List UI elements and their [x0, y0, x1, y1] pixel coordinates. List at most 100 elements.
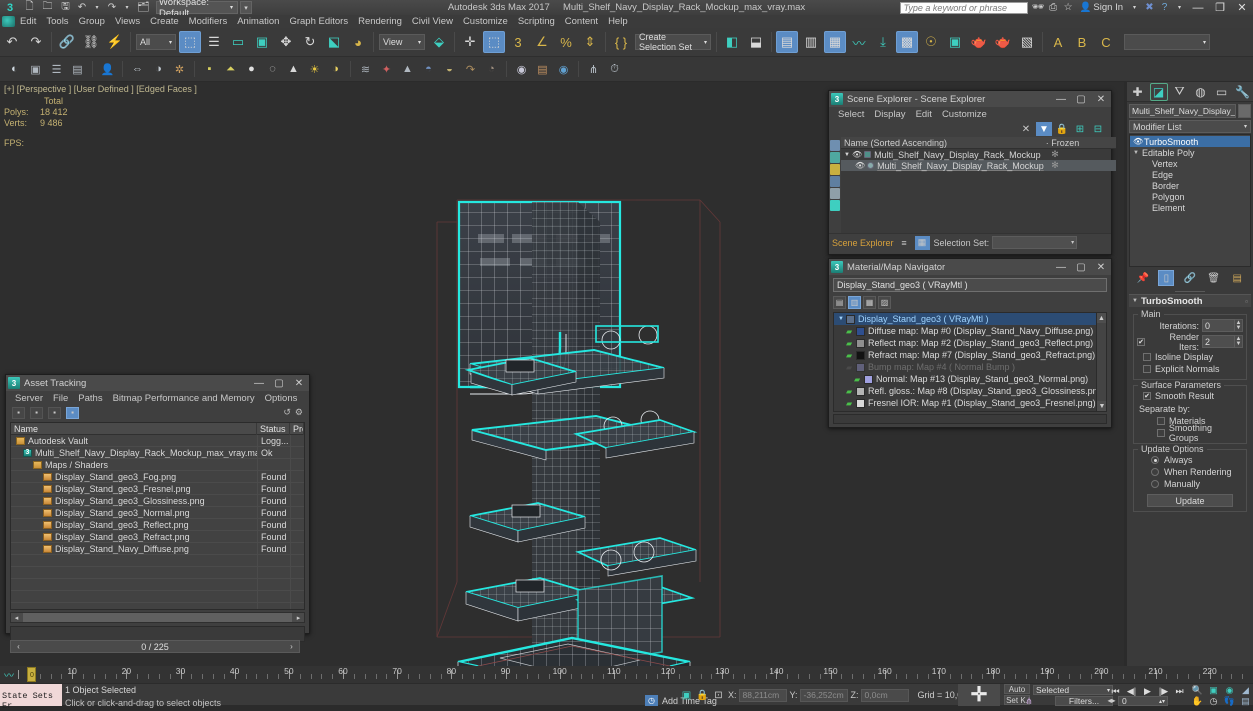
y-field[interactable]: -36,252cm: [799, 688, 848, 702]
dynamics-icon[interactable]: ◔: [482, 60, 501, 79]
select-and-manipulate-icon[interactable]: ✛: [459, 31, 481, 53]
filter-funnel-icon[interactable]: ▼: [1036, 122, 1052, 136]
asset-tracking-grid[interactable]: Name Status Prox Autodesk Vault Logg... …: [10, 422, 305, 610]
modifier-stack-row[interactable]: ▼ Editable Poly: [1130, 147, 1250, 158]
render-production-icon[interactable]: 🫖: [968, 31, 990, 53]
minimize-button[interactable]: —: [1187, 0, 1209, 15]
help-dropdown-icon[interactable]: ▾: [1172, 1, 1187, 15]
lock-selection-icon[interactable]: 🔒: [696, 689, 709, 702]
table-row[interactable]: Display_Stand_geo3_Fresnel.png Found: [11, 482, 304, 495]
go-to-end-icon[interactable]: ⏭: [1172, 685, 1187, 697]
matnav-current-material-field[interactable]: Display_Stand_geo3 ( VRayMtl ): [833, 278, 1107, 292]
menu-item-edit[interactable]: Edit: [15, 15, 41, 28]
systems-icon[interactable]: ⋔: [584, 60, 603, 79]
small-icons-view-icon[interactable]: ▦: [863, 296, 876, 309]
help-icon[interactable]: ?: [1157, 1, 1172, 15]
iterations-spinner-value[interactable]: 0: [1202, 319, 1235, 332]
list-view-icon[interactable]: ▤: [833, 296, 846, 309]
table-row[interactable]: Autodesk Vault Logg...: [11, 434, 304, 447]
matnav-scrollbar[interactable]: ▲ ▼: [1096, 313, 1106, 411]
minimize-icon[interactable]: —: [249, 375, 269, 391]
freeform-ribbon-icon[interactable]: ▣: [26, 60, 45, 79]
view-detail-icon[interactable]: ▪: [12, 406, 25, 419]
select-and-rotate-icon[interactable]: ↻: [299, 31, 321, 53]
curve-editor-icon[interactable]: ▦: [824, 31, 846, 53]
select-object-button[interactable]: ⬚: [179, 31, 201, 53]
rail-lights-icon[interactable]: [830, 164, 840, 175]
select-and-move-icon[interactable]: ✥: [275, 31, 297, 53]
modifier-stack-row[interactable]: 👁 TurboSmooth: [1130, 136, 1250, 147]
menu-item-rendering[interactable]: Rendering: [353, 15, 407, 28]
matnav-row[interactable]: ▰ Refract map: Map #7 (Display_Stand_geo…: [834, 349, 1106, 361]
expand-triangle-icon[interactable]: ▼: [844, 152, 850, 158]
zoom-icon[interactable]: 🔍: [1190, 685, 1205, 696]
project-folder-a-icon[interactable]: A: [1047, 31, 1069, 53]
scene-tree-row[interactable]: 👁 Multi_Shelf_Navy_Display_Rack_Mockup ✻: [841, 160, 1116, 171]
scroll-down-arrow-icon[interactable]: ▼: [1097, 401, 1106, 411]
explicit-normals-checkbox[interactable]: Explicit Normals: [1143, 363, 1243, 375]
close-button[interactable]: ✕: [1231, 0, 1253, 15]
fluids-icon[interactable]: ◒: [440, 60, 459, 79]
redo-icon[interactable]: ↷: [105, 1, 119, 14]
track-bar[interactable]: 〰 10 20 30 40 50 60 70 80 90 100 110 120 130 140 150 16…: [0, 666, 1253, 683]
layered-maps-icon[interactable]: ≋: [356, 60, 375, 79]
rail-geometry-icon[interactable]: [830, 152, 840, 163]
snap-3d-icon[interactable]: 3: [507, 31, 529, 53]
menu-item-help[interactable]: Help: [603, 15, 633, 28]
new-file-icon[interactable]: 🗋: [21, 1, 38, 14]
max-menu-logo-icon[interactable]: [2, 16, 15, 27]
table-row-empty[interactable]: [11, 554, 304, 567]
lock-icon[interactable]: 🔒: [1054, 122, 1070, 136]
update-button[interactable]: Update: [1147, 494, 1233, 507]
use-pivot-point-center-icon[interactable]: ⬙: [428, 31, 450, 53]
modifier-list-combo[interactable]: Modifier List ▾: [1129, 120, 1251, 133]
sub-object-row[interactable]: Vertex: [1130, 158, 1250, 169]
scrollbar-thumb[interactable]: [23, 613, 292, 622]
explorer-mode-icon[interactable]: ▦: [914, 235, 930, 250]
layer-explorer-icon[interactable]: ▤: [776, 31, 798, 53]
redo-dropdown-icon[interactable]: ▾: [120, 1, 134, 14]
list-icons-view-icon[interactable]: ▥: [848, 296, 861, 309]
open-mini-curve-editor-icon[interactable]: 〰: [2, 668, 16, 682]
make-unique-icon[interactable]: 🔗: [1182, 270, 1198, 286]
table-row-empty[interactable]: [11, 578, 304, 591]
maximize-button[interactable]: ❐: [1209, 0, 1231, 15]
table-row[interactable]: Display_Stand_geo3_Reflect.png Found: [11, 518, 304, 531]
project-folder-c-icon[interactable]: C: [1095, 31, 1117, 53]
exchange-apps-icon[interactable]: ✖: [1142, 1, 1157, 15]
render-in-cloud-icon[interactable]: ▧: [1016, 31, 1038, 53]
column-frozen[interactable]: · Frozen: [1046, 138, 1116, 148]
at-menu-options[interactable]: Options: [260, 393, 303, 404]
zoom-all-icon[interactable]: ▣: [1206, 685, 1221, 696]
select-and-place-icon[interactable]: ◕: [347, 31, 369, 53]
at-menu-server[interactable]: Server: [10, 393, 48, 404]
at-menu-paths[interactable]: Paths: [73, 393, 107, 404]
selection-ribbon-icon[interactable]: ☰: [47, 60, 66, 79]
search-input[interactable]: Type a keyword or phrase: [899, 1, 1028, 14]
se-menu-edit[interactable]: Edit: [911, 109, 937, 120]
select-by-name-button[interactable]: ☰: [203, 31, 225, 53]
tab-create-icon[interactable]: ✚: [1129, 83, 1147, 101]
binoculars-icon[interactable]: 🕶: [1031, 1, 1046, 15]
unhide-icon[interactable]: ✲: [170, 60, 189, 79]
expand-triangle-icon[interactable]: ▼: [1133, 150, 1142, 156]
update-when-rendering-radio[interactable]: When Rendering: [1151, 466, 1243, 478]
minimize-icon[interactable]: —: [1051, 259, 1071, 275]
state-sets-minibar[interactable]: State Sets Er: [0, 684, 62, 711]
undo-icon[interactable]: ↶: [75, 1, 89, 14]
bind-to-space-warp-icon[interactable]: ⚡: [104, 31, 126, 53]
smoothing-groups-checkbox[interactable]: Smoothing Groups: [1157, 423, 1243, 443]
material-map-navigator-window[interactable]: 3 Material/Map Navigator — ▢ ✕ Display_S…: [828, 258, 1112, 428]
update-always-radio[interactable]: Always: [1151, 454, 1243, 466]
tab-utilities-icon[interactable]: 🔧: [1234, 83, 1252, 101]
minimize-icon[interactable]: —: [1051, 91, 1071, 107]
tab-hierarchy-icon[interactable]: ⛛: [1171, 83, 1189, 101]
asset-tracking-horizontal-scrollbar[interactable]: ◂ ▸: [10, 612, 305, 623]
menu-item-customize[interactable]: Customize: [458, 15, 513, 28]
project-folder-b-icon[interactable]: B: [1071, 31, 1093, 53]
iterations-spinner-arrows[interactable]: ▲ ▼: [1235, 319, 1243, 332]
table-row-empty[interactable]: [11, 602, 304, 609]
toolbar-empty-combo[interactable]: ▾: [1124, 34, 1210, 50]
select-and-scale-icon[interactable]: ⬕: [323, 31, 345, 53]
menu-item-tools[interactable]: Tools: [41, 15, 73, 28]
